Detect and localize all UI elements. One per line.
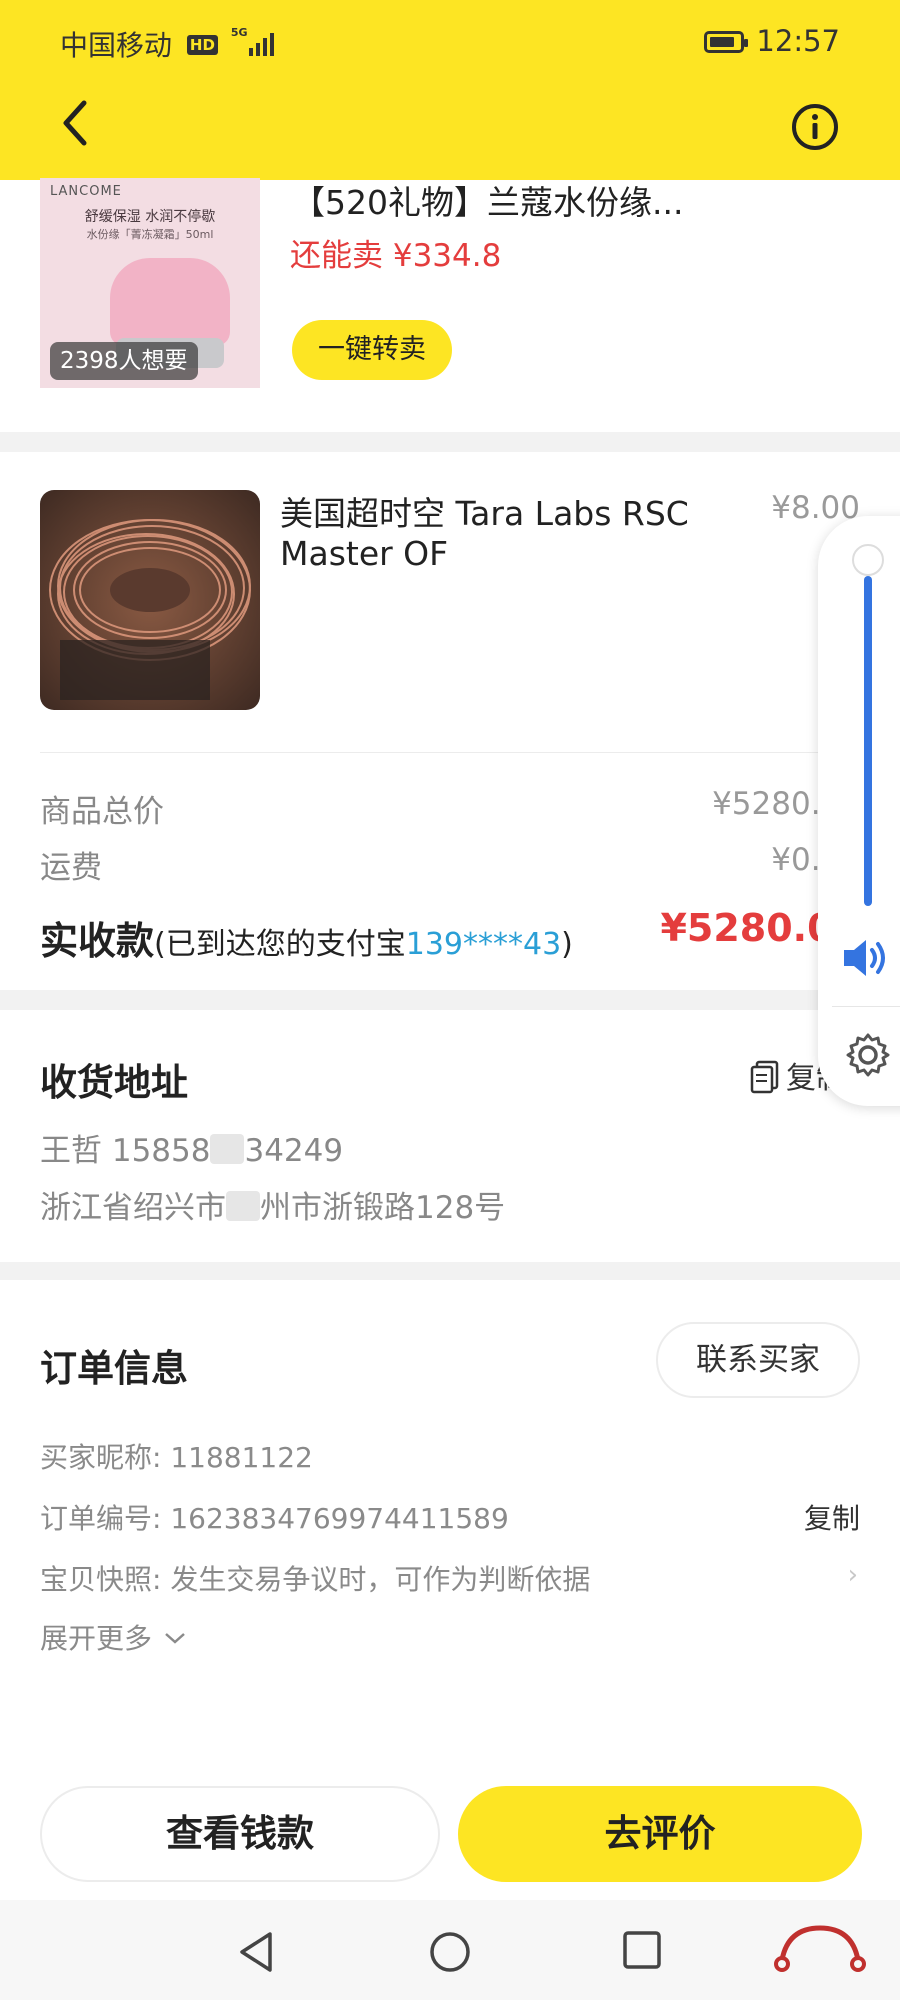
address-section-title: 收货地址 <box>40 1061 188 1104</box>
top-header: 中国移动 HD 5G 12:57 <box>0 0 900 180</box>
copy-order-number-button[interactable]: 复制 <box>804 1497 860 1537</box>
recipient-name-phone-prefix: 王哲 15858 <box>40 1133 211 1169</box>
volume-slider-track[interactable] <box>864 576 872 906</box>
item-snapshot-link[interactable]: 宝贝快照: 发生交易争议时，可作为判断依据 <box>40 1558 590 1598</box>
back-icon <box>63 100 87 146</box>
redaction-blur <box>226 1191 260 1221</box>
received-label: 实收款 <box>40 919 155 963</box>
status-bar-left: 中国移动 HD 5G <box>60 24 277 64</box>
subtotal-label: 商品总价 <box>40 794 164 830</box>
redaction-blur <box>210 1134 245 1164</box>
section-divider <box>0 990 900 1010</box>
info-icon <box>792 104 838 150</box>
settings-icon[interactable] <box>844 1031 892 1079</box>
received-amount-row: 实收款(已到达您的支付宝139****43) <box>40 910 573 965</box>
received-close-paren: ) <box>561 927 573 962</box>
view-money-button[interactable]: 查看钱款 <box>40 1786 440 1882</box>
expand-more-label: 展开更多 <box>40 1622 153 1655</box>
chevron-down-icon <box>165 1633 185 1644</box>
review-button[interactable]: 去评价 <box>458 1786 862 1882</box>
copy-icon <box>750 1060 779 1094</box>
volume-panel-divider <box>832 1006 900 1007</box>
product-image-tagline: 舒缓保湿 水润不停歇 <box>84 209 216 225</box>
watermark-logo <box>774 1925 866 1972</box>
product-image-subline: 水份缘「菁冻凝霜」50ml <box>86 228 214 241</box>
expand-more-button[interactable]: 展开更多 <box>40 1617 187 1657</box>
shipping-label: 运费 <box>40 850 102 886</box>
resell-price: 还能卖 ¥334.8 <box>290 238 502 274</box>
section-divider <box>0 1262 900 1280</box>
network-type-label: 5G <box>230 26 248 39</box>
battery-icon <box>704 31 749 53</box>
back-button[interactable] <box>50 95 100 151</box>
clock: 12:57 <box>756 24 840 58</box>
chevron-right-icon[interactable]: › <box>848 1560 858 1590</box>
hd-badge: HD <box>186 35 218 55</box>
status-bar-right: 12:57 <box>704 24 840 58</box>
nav-recent-icon[interactable] <box>622 1930 662 1970</box>
recipient-address-prefix: 浙江省绍兴市 <box>40 1190 226 1226</box>
want-count-badge: 2398人想要 <box>50 342 198 380</box>
carrier-label: 中国移动 <box>60 29 173 62</box>
info-button[interactable] <box>790 102 840 152</box>
volume-icon[interactable] <box>840 936 896 980</box>
order-number: 订单编号: 1623834769974411589 <box>40 1502 509 1535</box>
recipient-name-phone: 王哲 15858 34249 <box>40 1125 343 1170</box>
recipient-name-phone-suffix: 34249 <box>244 1133 344 1169</box>
product-image-brand: LANCOME <box>50 184 122 199</box>
cream-jar-graphic <box>110 258 230 346</box>
system-nav-bar <box>0 1900 900 2000</box>
nav-back-icon[interactable] <box>236 1930 276 1974</box>
order-item-image[interactable] <box>40 490 260 710</box>
contact-buyer-button[interactable]: 联系买家 <box>656 1322 860 1398</box>
volume-panel <box>818 516 900 1106</box>
one-click-resell-button[interactable]: 一键转卖 <box>292 320 452 380</box>
section-divider <box>0 432 900 452</box>
received-description: (已到达您的支付宝 <box>154 927 406 962</box>
alipay-account: 139****43 <box>405 927 562 962</box>
product-title[interactable]: 【520礼物】兰蔻水份缘... <box>292 176 683 224</box>
signal-icon: 5G <box>231 26 277 58</box>
volume-slider-knob[interactable] <box>852 544 884 576</box>
order-info-section-title: 订单信息 <box>40 1347 188 1390</box>
divider-line <box>40 752 860 753</box>
recipient-address: 浙江省绍兴市 州市浙锻路128号 <box>40 1182 505 1227</box>
order-item-title[interactable]: 美国超时空 Tara Labs RSC Master OF <box>280 494 720 574</box>
recipient-address-suffix: 州市浙锻路128号 <box>260 1190 506 1226</box>
copper-wire-photo <box>40 490 260 710</box>
nav-home-icon[interactable] <box>428 1930 472 1974</box>
buyer-nickname: 买家昵称: 11881122 <box>40 1441 313 1474</box>
